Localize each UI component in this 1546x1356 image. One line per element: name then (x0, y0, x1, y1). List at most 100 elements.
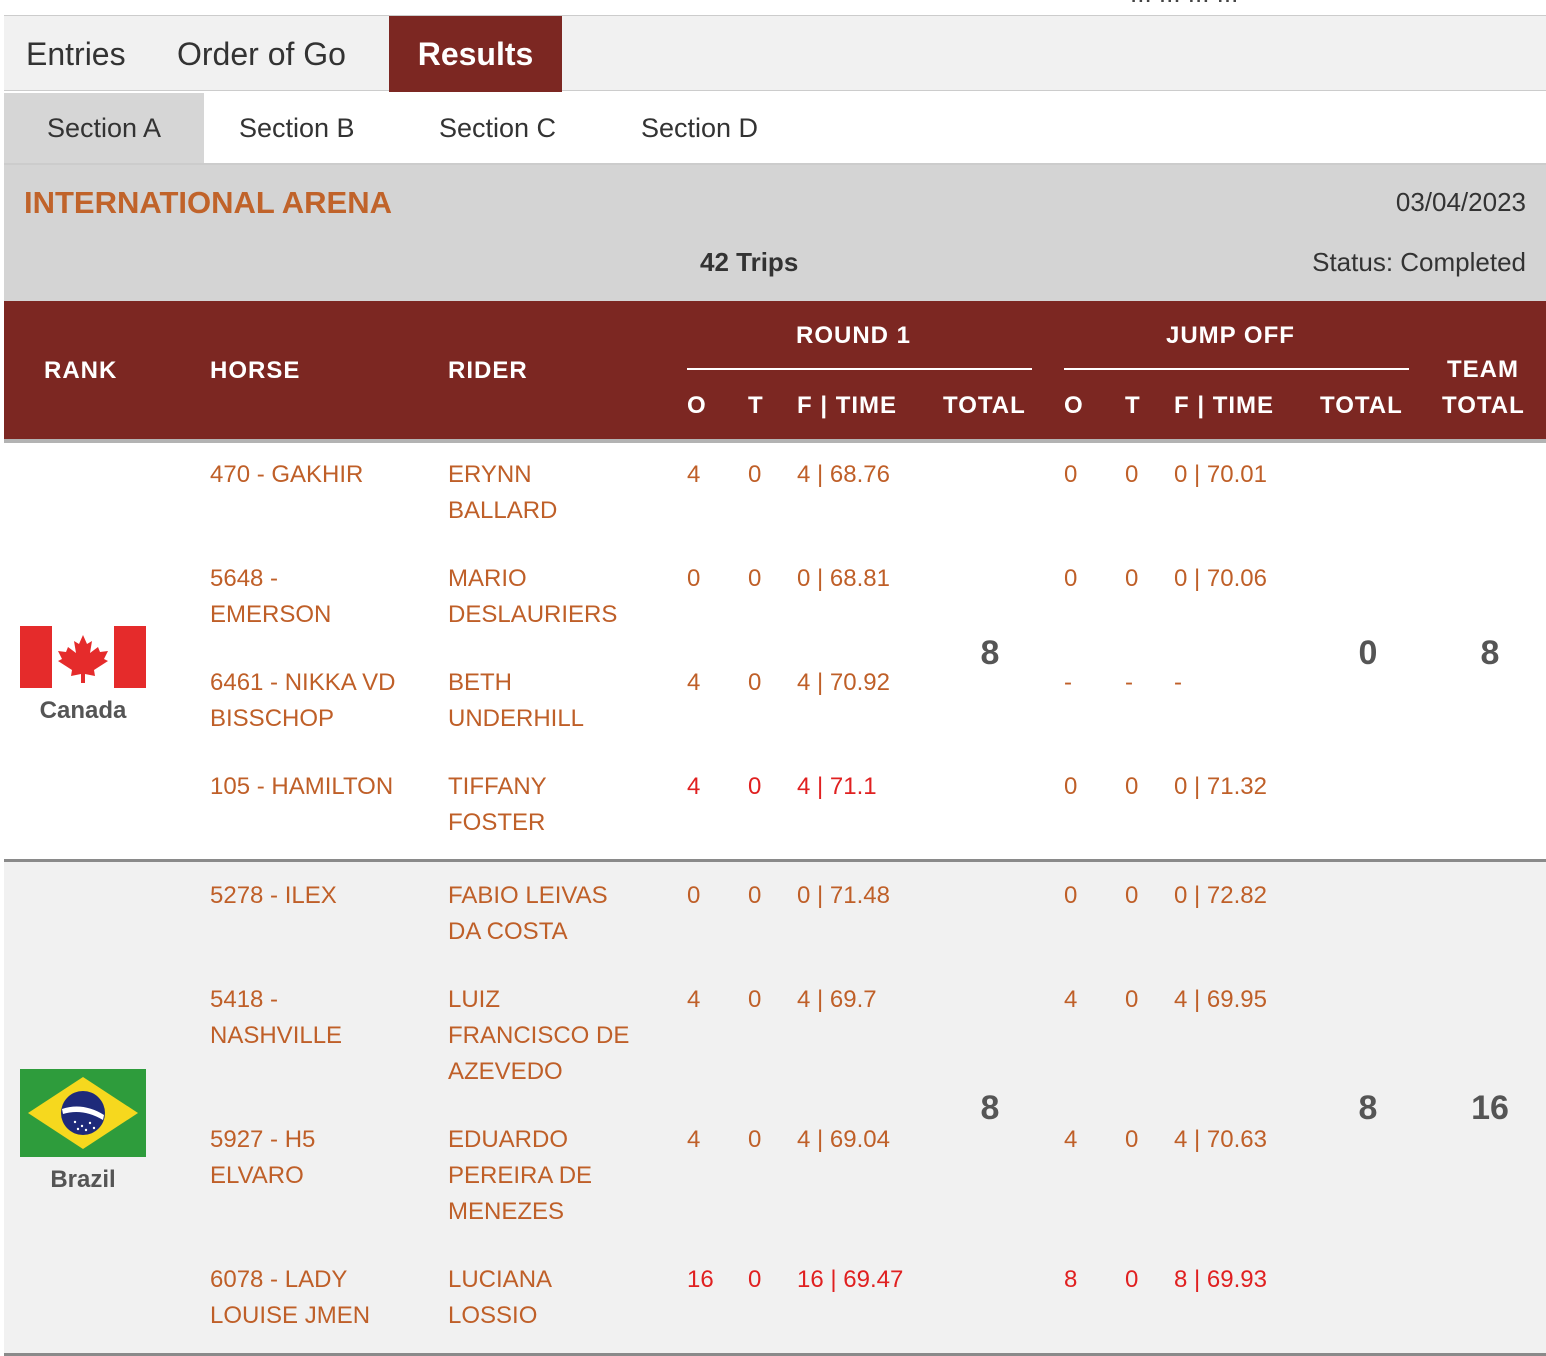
main-tabs: Entries Order of Go Results (4, 15, 1546, 92)
rider-link[interactable]: ERYNN BALLARD (448, 457, 557, 529)
header-jo-t: T (1125, 392, 1141, 419)
jumpoff-total: 8 (1358, 1089, 1378, 1127)
round1-obstacle-faults: 4 (687, 669, 701, 696)
jumpoff-obstacle-faults: 0 (1064, 882, 1078, 909)
round1-obstacle-faults: 4 (687, 1126, 701, 1153)
tab-section-a[interactable]: Section A (4, 93, 204, 163)
horse-link[interactable]: 6078 - LADY LOUISE JMEN (210, 1262, 370, 1334)
round1-faults-time: 4 | 69.04 (797, 1126, 890, 1153)
header-jo-total: TOTAL (1320, 392, 1403, 419)
rider-link[interactable]: LUCIANA LOSSIO (448, 1262, 552, 1334)
header-rider: RIDER (448, 357, 528, 384)
tab-section-c[interactable]: Section C (439, 93, 556, 163)
jumpoff-faults-time: 0 | 71.32 (1174, 773, 1267, 800)
rider-link[interactable]: LUIZ FRANCISCO DE AZEVEDO (448, 982, 629, 1090)
header-jo-o: O (1064, 392, 1084, 419)
horse-link[interactable]: 5278 - ILEX (210, 878, 337, 914)
round1-obstacle-faults: 4 (687, 461, 701, 488)
jumpoff-time-faults: 0 (1125, 986, 1139, 1013)
round1-time-faults: 0 (748, 882, 762, 909)
jumpoff-obstacle-faults: - (1064, 669, 1072, 696)
jumpoff-faults-time: 4 | 70.63 (1174, 1126, 1267, 1153)
header-horse: HORSE (210, 357, 301, 384)
header-r1-total: TOTAL (943, 392, 1026, 419)
jumpoff-obstacle-faults: 0 (1064, 773, 1078, 800)
horse-link[interactable]: 105 - HAMILTON (210, 769, 393, 805)
header-rank: RANK (44, 357, 118, 384)
round1-time-faults: 0 (748, 1266, 762, 1293)
country-name: Brazil (50, 1166, 116, 1193)
jumpoff-faults-time: 4 | 69.95 (1174, 986, 1267, 1013)
round1-obstacle-faults: 0 (687, 882, 701, 909)
header-r1-o: O (687, 392, 707, 419)
arena-date: 03/04/2023 (1395, 187, 1526, 217)
trip-count: 42 Trips (700, 247, 799, 277)
jumpoff-time-faults: 0 (1125, 882, 1139, 909)
header-team-total-2: TOTAL (1442, 392, 1525, 419)
round1-total: 8 (980, 1089, 1000, 1127)
header-jo-ftime: F | TIME (1174, 392, 1275, 419)
jumpoff-total: 0 (1358, 634, 1378, 672)
horse-link[interactable]: 5418 - NASHVILLE (210, 982, 342, 1054)
jumpoff-faults-time: 0 | 70.06 (1174, 565, 1267, 592)
canada-flag-icon (20, 626, 146, 693)
arena-info-bar: INTERNATIONAL ARENA 03/04/2023 42 Trips … (4, 165, 1546, 301)
jumpoff-obstacle-faults: 0 (1064, 461, 1078, 488)
horse-link[interactable]: 5648 - EMERSON (210, 561, 331, 633)
rank-cell: Canada (20, 626, 146, 725)
round1-faults-time: 4 | 69.7 (797, 986, 877, 1013)
team-total: 8 (1480, 634, 1500, 672)
rider-link[interactable]: EDUARDO PEREIRA DE MENEZES (448, 1122, 592, 1230)
rider-link[interactable]: FABIO LEIVAS DA COSTA (448, 878, 608, 950)
jumpoff-divider (1064, 368, 1409, 370)
round1-faults-time: 4 | 71.1 (797, 773, 877, 800)
header-r1-ftime: F | TIME (797, 392, 898, 419)
jumpoff-time-faults: 0 (1125, 1126, 1139, 1153)
jumpoff-faults-time: - (1174, 669, 1182, 696)
tab-order-of-go[interactable]: Order of Go (177, 16, 346, 92)
jumpoff-faults-time: 0 | 72.82 (1174, 882, 1267, 909)
jumpoff-obstacle-faults: 8 (1064, 1266, 1078, 1293)
jumpoff-time-faults: 0 (1125, 461, 1139, 488)
round1-total: 8 (980, 634, 1000, 672)
jumpoff-time-faults: 0 (1125, 773, 1139, 800)
jumpoff-faults-time: 0 | 70.01 (1174, 461, 1267, 488)
results-table-header: RANK HORSE RIDER ROUND 1 JUMP OFF O T F … (4, 301, 1546, 443)
header-r1-t: T (748, 392, 764, 419)
header-jumpoff: JUMP OFF (1166, 322, 1295, 349)
round1-time-faults: 0 (748, 773, 762, 800)
round1-obstacle-faults: 4 (687, 986, 701, 1013)
round1-time-faults: 0 (748, 669, 762, 696)
rank-cell: Brazil (20, 1069, 146, 1194)
team-total: 16 (1471, 1089, 1509, 1127)
horse-link[interactable]: 6461 - NIKKA VD BISSCHOP (210, 665, 395, 737)
header-team-total-1: TEAM (1447, 356, 1519, 383)
country-name: Canada (39, 697, 127, 724)
tab-results[interactable]: Results (389, 16, 562, 92)
round1-faults-time: 16 | 69.47 (797, 1266, 904, 1293)
tab-section-d[interactable]: Section D (641, 93, 758, 163)
tab-section-b[interactable]: Section B (239, 93, 355, 163)
round1-faults-time: 4 | 70.92 (797, 669, 890, 696)
brazil-flag-icon (20, 1069, 146, 1162)
round1-time-faults: 0 (748, 986, 762, 1013)
jumpoff-obstacle-faults: 0 (1064, 565, 1078, 592)
tab-entries[interactable]: Entries (26, 16, 126, 92)
team-group-canada: Canada 8 0 8 470 - GAKHIR ERYNN BALLARD 4 0 4 | 6… (4, 443, 1546, 862)
jumpoff-obstacle-faults: 4 (1064, 986, 1078, 1013)
team-group-brazil: Brazil 8 8 16 5278 - ILEX FABIO LEIVAS DA COST… (4, 862, 1546, 1356)
jumpoff-faults-time: 8 | 69.93 (1174, 1266, 1267, 1293)
round1-divider (687, 368, 1032, 370)
rider-link[interactable]: MARIO DESLAURIERS (448, 561, 617, 633)
jumpoff-time-faults: 0 (1125, 565, 1139, 592)
horse-link[interactable]: 5927 - H5 ELVARO (210, 1122, 315, 1194)
round1-faults-time: 0 | 71.48 (797, 882, 890, 909)
rider-link[interactable]: TIFFANY FOSTER (448, 769, 547, 841)
round1-obstacle-faults: 4 (687, 773, 701, 800)
jumpoff-time-faults: - (1125, 669, 1133, 696)
status-text: Status: Completed (1312, 247, 1526, 277)
round1-time-faults: 0 (748, 461, 762, 488)
horse-link[interactable]: 470 - GAKHIR (210, 457, 363, 493)
jumpoff-obstacle-faults: 4 (1064, 1126, 1078, 1153)
rider-link[interactable]: BETH UNDERHILL (448, 665, 584, 737)
